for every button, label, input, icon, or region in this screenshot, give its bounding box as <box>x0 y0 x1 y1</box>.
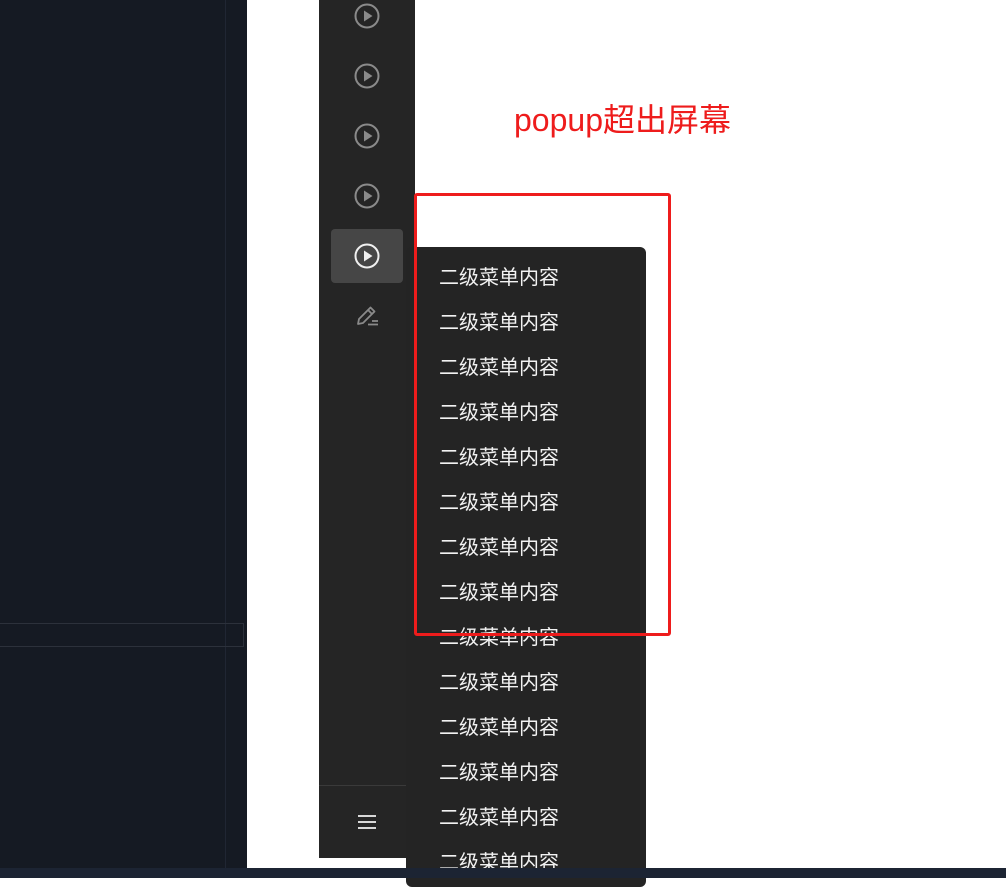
edit-button[interactable] <box>331 289 403 343</box>
editor-divider <box>225 0 226 878</box>
play-circle-icon <box>354 123 380 149</box>
hamburger-menu-icon <box>358 815 376 829</box>
submenu-item[interactable]: 二级菜单内容 <box>439 750 559 795</box>
editor-input-field[interactable] <box>0 623 244 647</box>
submenu-item[interactable]: 二级菜单内容 <box>439 660 559 705</box>
edit-pen-icon <box>357 306 378 326</box>
vertical-toolbar <box>319 0 415 858</box>
play-button-2[interactable] <box>331 49 403 103</box>
play-circle-icon <box>354 243 380 269</box>
play-button-1[interactable] <box>331 0 403 43</box>
play-button-active[interactable] <box>331 229 403 283</box>
play-circle-icon <box>354 63 380 89</box>
play-button-3[interactable] <box>331 109 403 163</box>
menu-button[interactable] <box>331 796 403 848</box>
annotation-label: popup超出屏幕 <box>514 102 731 138</box>
editor-pane <box>0 0 247 878</box>
toolbar-separator <box>319 785 415 786</box>
bottom-taskbar-strip <box>0 868 1006 878</box>
submenu-item[interactable]: 二级菜单内容 <box>439 840 559 885</box>
play-circle-icon <box>354 3 380 29</box>
play-circle-icon <box>354 183 380 209</box>
submenu-item[interactable]: 二级菜单内容 <box>439 795 559 840</box>
submenu-item[interactable]: 二级菜单内容 <box>439 705 559 750</box>
annotation-highlight-box <box>414 193 671 636</box>
play-button-4[interactable] <box>331 169 403 223</box>
